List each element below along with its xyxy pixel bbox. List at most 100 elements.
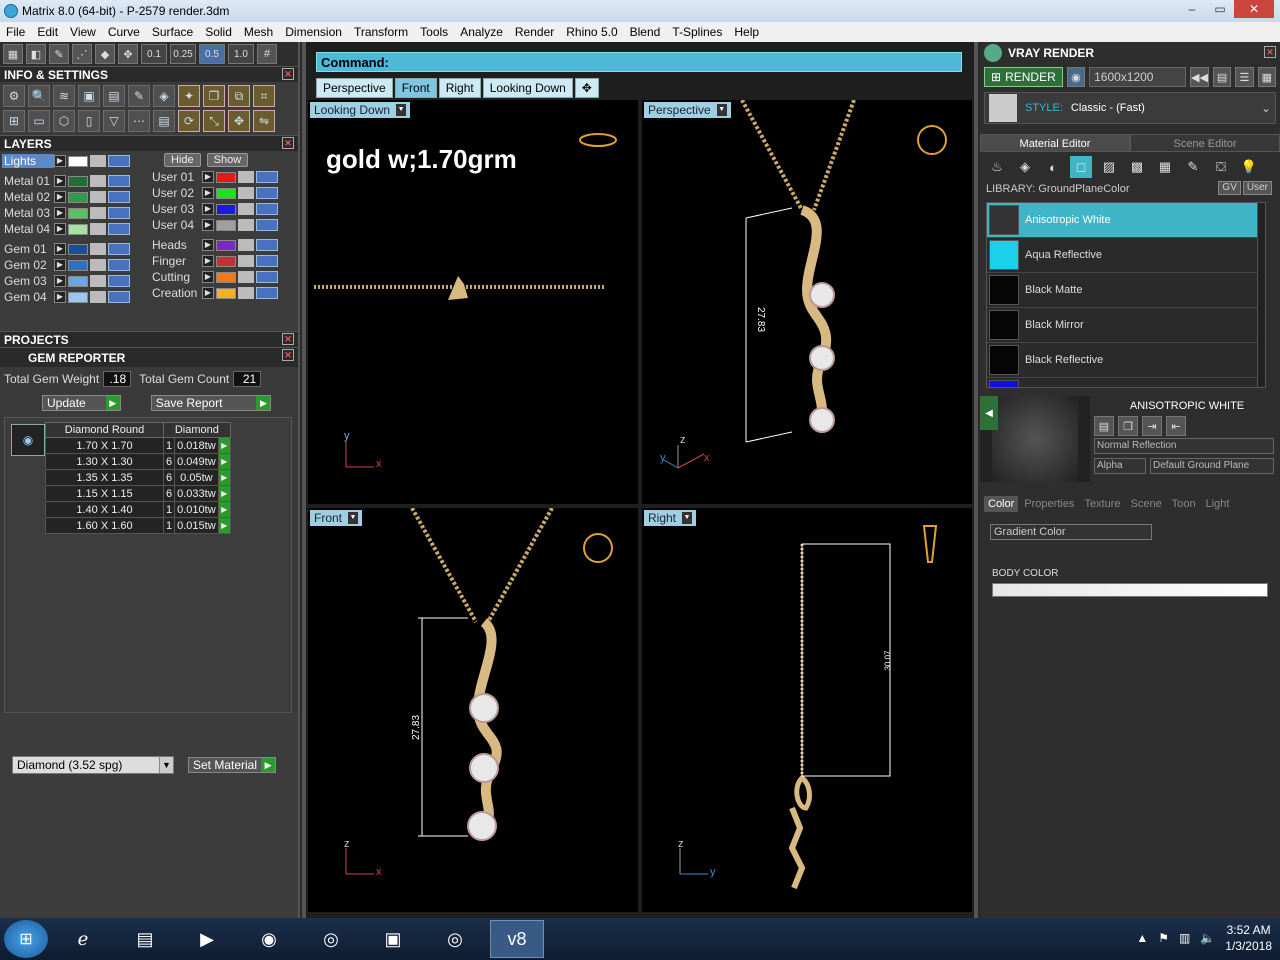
- play-icon[interactable]: ▶: [217, 469, 231, 486]
- viewport-looking-down[interactable]: Looking Down ▼ gold w;1.70grm y x: [308, 100, 638, 504]
- box-icon[interactable]: ▣: [78, 85, 100, 107]
- lock-icon[interactable]: [90, 207, 106, 219]
- grid-icon[interactable]: ▦: [3, 44, 23, 64]
- ring-app-2-icon[interactable]: ◎: [428, 920, 482, 958]
- ring-app-icon[interactable]: ◎: [304, 920, 358, 958]
- update-button[interactable]: Update ▶: [42, 395, 121, 411]
- lock-icon[interactable]: [238, 187, 254, 199]
- close-icon[interactable]: ✕: [282, 333, 294, 345]
- expand-arrow-icon[interactable]: ▶: [54, 243, 66, 255]
- menu-curve[interactable]: Curve: [102, 22, 146, 42]
- layer-color-swatch[interactable]: [68, 243, 88, 255]
- layer-color-swatch[interactable]: [216, 171, 236, 183]
- play-icon[interactable]: ▶: [217, 517, 231, 534]
- tab-scene-editor[interactable]: Scene Editor: [1130, 134, 1280, 152]
- lock-icon[interactable]: [90, 275, 106, 287]
- visibility-icon[interactable]: [256, 203, 278, 215]
- layer-color-swatch[interactable]: [216, 255, 236, 267]
- alpha-select[interactable]: Alpha: [1094, 458, 1146, 474]
- page-icon[interactable]: ▤: [153, 110, 175, 132]
- save-report-button[interactable]: Save Report ▶: [150, 395, 272, 411]
- layer-color-swatch[interactable]: [68, 207, 88, 219]
- frame-icon[interactable]: ▤: [1212, 67, 1232, 87]
- flag-icon[interactable]: ⚑: [1158, 931, 1169, 945]
- expand-arrow-icon[interactable]: ▶: [54, 259, 66, 271]
- render-button[interactable]: ⊞ RENDER: [984, 67, 1063, 87]
- maximize-button[interactable]: ▭: [1206, 0, 1234, 18]
- tab-scene[interactable]: Scene: [1127, 496, 1166, 512]
- move-icon[interactable]: ✥: [118, 44, 138, 64]
- matrix-app-icon[interactable]: v8: [490, 920, 544, 958]
- expand-arrow-icon[interactable]: ▶: [54, 191, 66, 203]
- expand-arrow-icon[interactable]: ▶: [202, 255, 214, 267]
- bulb-icon[interactable]: 💡: [1238, 156, 1260, 178]
- layer-row[interactable]: Cutting ▶: [150, 269, 290, 285]
- snap-1-0[interactable]: 1.0: [228, 44, 254, 64]
- menu-edit[interactable]: Edit: [31, 22, 64, 42]
- gv-toggle[interactable]: GV: [1218, 181, 1241, 195]
- layer-color-swatch[interactable]: [216, 287, 236, 299]
- mirror-icon[interactable]: ⇋: [253, 110, 275, 132]
- network-icon[interactable]: ▥: [1179, 931, 1190, 945]
- expand-arrow-icon[interactable]: ▶: [54, 155, 66, 167]
- visibility-icon[interactable]: [108, 191, 130, 203]
- layer-color-swatch[interactable]: [68, 275, 88, 287]
- menu-dimension[interactable]: Dimension: [279, 22, 348, 42]
- style-selector[interactable]: STYLE: Classic - (Fast) ⌄: [984, 92, 1276, 124]
- export-icon[interactable]: ⇤: [1166, 416, 1186, 436]
- tab-properties[interactable]: Properties: [1020, 496, 1078, 512]
- visibility-icon[interactable]: [108, 155, 130, 167]
- table-row[interactable]: 1.30 X 1.30 6 0.049tw ▶: [45, 453, 231, 470]
- material-item[interactable]: Aqua Reflective: [987, 238, 1259, 273]
- grid-toggle-icon[interactable]: #: [257, 44, 277, 64]
- explorer-icon[interactable]: ▤: [118, 920, 172, 958]
- menu-transform[interactable]: Transform: [348, 22, 414, 42]
- rotate-icon[interactable]: ⟳: [178, 110, 200, 132]
- snap-icon[interactable]: ⋰: [72, 44, 92, 64]
- visibility-icon[interactable]: [256, 187, 278, 199]
- layer-color-swatch[interactable]: [68, 223, 88, 235]
- collapse-icon[interactable]: ◀: [980, 396, 998, 430]
- volume-icon[interactable]: 🔈: [1200, 931, 1215, 945]
- menu-surface[interactable]: Surface: [146, 22, 199, 42]
- visibility-icon[interactable]: [256, 239, 278, 251]
- layer-row[interactable]: User 01 ▶: [150, 169, 290, 185]
- menu-file[interactable]: File: [0, 22, 31, 42]
- material-item[interactable]: Blue Reflective: [987, 378, 1259, 387]
- layer-row[interactable]: User 04 ▶: [150, 217, 290, 233]
- layer-color-swatch[interactable]: [68, 291, 88, 303]
- settings-icon[interactable]: ⚙: [3, 85, 25, 107]
- layer-row[interactable]: Creation ▶: [150, 285, 290, 301]
- lock-icon[interactable]: [90, 259, 106, 271]
- menu-mesh[interactable]: Mesh: [238, 22, 279, 42]
- eraser-icon[interactable]: ◆: [95, 44, 115, 64]
- expand-arrow-icon[interactable]: ▶: [202, 203, 214, 215]
- lock-icon[interactable]: [90, 223, 106, 235]
- play-icon[interactable]: ▶: [217, 501, 231, 518]
- gradient-select[interactable]: Gradient Color: [990, 524, 1152, 540]
- visibility-icon[interactable]: [256, 287, 278, 299]
- layer-color-swatch[interactable]: [216, 271, 236, 283]
- menu-help[interactable]: Help: [728, 22, 765, 42]
- table-row[interactable]: 1.70 X 1.70 1 0.018tw ▶: [45, 437, 231, 454]
- resolution-select[interactable]: 1600x1200: [1089, 67, 1186, 87]
- transform-icon[interactable]: ✥: [228, 110, 250, 132]
- ie-icon[interactable]: ℯ: [56, 920, 110, 958]
- layer-row[interactable]: Metal 03 ▶: [2, 205, 142, 221]
- layer-row[interactable]: User 03 ▶: [150, 201, 290, 217]
- tab-front[interactable]: Front: [394, 78, 437, 98]
- layer-row[interactable]: Lights ▶: [2, 153, 142, 169]
- layer-row[interactable]: Gem 01 ▶: [2, 241, 142, 257]
- edit-icon[interactable]: ✎: [128, 85, 150, 107]
- lock-icon[interactable]: [90, 191, 106, 203]
- snap-0-1[interactable]: 0.1: [141, 44, 167, 64]
- notes-icon[interactable]: ▤: [103, 85, 125, 107]
- tab-color[interactable]: Color: [984, 496, 1019, 512]
- paint-icon[interactable]: ✎: [1182, 156, 1204, 178]
- lock-icon[interactable]: [90, 291, 106, 303]
- play-icon[interactable]: ▶: [217, 453, 231, 470]
- lock-icon[interactable]: [238, 287, 254, 299]
- visibility-icon[interactable]: [256, 255, 278, 267]
- material-item[interactable]: Black Reflective: [987, 343, 1259, 378]
- media-player-icon[interactable]: ▶: [180, 920, 234, 958]
